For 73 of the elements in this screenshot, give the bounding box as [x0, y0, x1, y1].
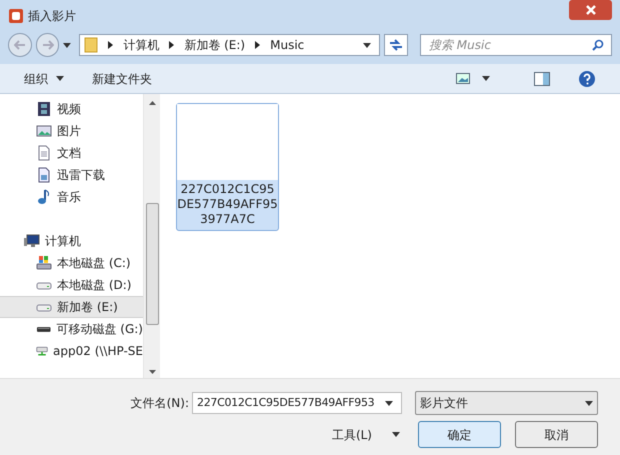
refresh-icon — [389, 39, 404, 51]
caret-icon — [482, 76, 490, 81]
sidebar-item[interactable]: 新加卷 (E:) — [0, 296, 143, 318]
search-field[interactable]: 搜索 Music — [420, 34, 612, 56]
preview-pane-icon — [534, 72, 550, 86]
app-icon — [8, 8, 24, 24]
sidebar-item[interactable]: 迅雷下载 — [0, 164, 143, 186]
sidebar-label: 本地磁盘 (D:) — [57, 277, 132, 294]
help-icon — [578, 70, 596, 88]
close-button[interactable] — [569, 0, 612, 20]
refresh-button[interactable] — [384, 34, 408, 56]
breadcrumb[interactable]: 新加卷 (E:) — [184, 36, 246, 54]
scrollbar[interactable] — [143, 94, 160, 378]
sidebar-item[interactable]: 文档 — [0, 142, 143, 164]
sidebar-label: 音乐 — [57, 189, 81, 206]
filename-label: 文件名(N): — [130, 395, 189, 412]
document-icon — [36, 145, 52, 161]
forward-arrow-icon — [42, 40, 54, 50]
chevron-icon — [108, 41, 114, 49]
music-note-icon — [36, 189, 52, 205]
sidebar-item[interactable]: 本地磁盘 (D:) — [0, 274, 143, 296]
sidebar-label: 本地磁盘 (C:) — [57, 255, 131, 272]
chevron-icon — [169, 41, 174, 49]
view-button[interactable] — [456, 73, 490, 84]
drive-icon — [36, 255, 52, 271]
search-icon — [592, 39, 604, 51]
sidebar-item[interactable]: 可移动磁盘 (G:) — [0, 318, 143, 340]
image-icon — [36, 123, 52, 139]
preview-pane-button[interactable] — [534, 72, 550, 86]
caret-icon — [392, 432, 400, 437]
scroll-up-icon — [148, 101, 156, 105]
sidebar-label: app02 (\\HP-SE — [53, 343, 143, 360]
film-icon — [36, 101, 52, 117]
window-title: 插入影片 — [28, 8, 76, 25]
folder-icon — [84, 37, 98, 53]
caret-icon — [385, 400, 393, 406]
sidebar-label: 图片 — [57, 123, 81, 140]
close-icon — [586, 5, 596, 15]
sidebar-label: 迅雷下载 — [57, 167, 105, 184]
sidebar-item[interactable]: app02 (\\HP-SE — [0, 340, 143, 362]
sidebar-item[interactable]: 音乐 — [0, 186, 143, 208]
sidebar-label: 文档 — [57, 145, 81, 162]
sidebar-label: 计算机 — [45, 233, 81, 250]
file-type-select[interactable]: 影片文件 — [415, 391, 598, 415]
filename-field[interactable]: 227C012C1C95DE577B49AFF953 — [192, 392, 402, 414]
caret-icon — [585, 400, 593, 406]
cancel-button[interactable]: 取消 — [515, 421, 598, 448]
file-name: 227C012C1C95 DE577B49AFF95 3977A7C — [177, 182, 278, 227]
computer-icon — [24, 233, 40, 249]
back-arrow-icon — [14, 40, 26, 50]
ok-button[interactable]: 确定 — [418, 421, 501, 448]
chevron-icon — [255, 41, 260, 49]
breadcrumb[interactable]: 计算机 — [123, 36, 160, 54]
sidebar-item[interactable]: 计算机 — [0, 230, 143, 252]
sidebar-label: 新加卷 (E:) — [57, 299, 118, 316]
help-button[interactable] — [578, 70, 596, 88]
organize-menu[interactable]: 组织 — [24, 70, 64, 88]
sidebar-label: 可移动磁盘 (G:) — [56, 321, 143, 338]
address-caret-icon — [363, 42, 372, 48]
document-icon — [36, 167, 52, 183]
breadcrumb[interactable]: Music — [270, 36, 304, 54]
scroll-down-icon — [148, 370, 156, 374]
sidebar-item[interactable]: 视频 — [0, 98, 143, 120]
sidebar-item[interactable]: 本地磁盘 (C:) — [0, 252, 143, 274]
history-caret-icon — [63, 42, 72, 48]
sidebar-item[interactable]: 图片 — [0, 120, 143, 142]
caret-icon — [56, 76, 64, 81]
file-tile[interactable]: 227C012C1C95 DE577B49AFF95 3977A7C — [176, 103, 279, 231]
sidebar-label: 视频 — [57, 101, 81, 118]
new-folder-button[interactable]: 新建文件夹 — [92, 70, 152, 88]
tools-button[interactable]: 工具(L) — [332, 426, 400, 444]
address-bar[interactable]: 计算机 新加卷 (E:) Music — [79, 34, 380, 56]
view-icon — [456, 73, 470, 84]
